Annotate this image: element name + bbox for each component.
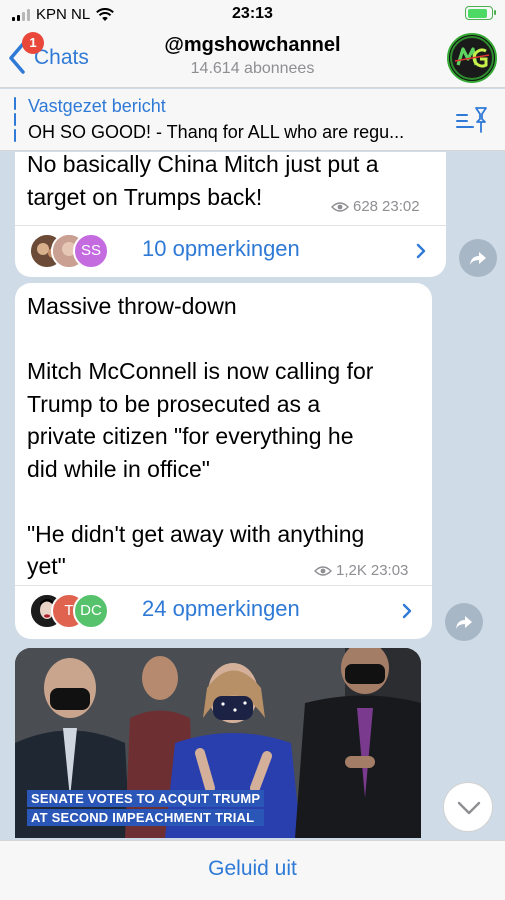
share-button[interactable] bbox=[459, 239, 497, 277]
comments-link[interactable]: T DC 24 opmerkingen bbox=[15, 585, 432, 637]
chevron-down-icon bbox=[457, 801, 481, 815]
pinned-message[interactable]: Vastgezet bericht OH SO GOOD! - Thanq fo… bbox=[0, 89, 505, 151]
pinned-list-icon[interactable] bbox=[455, 105, 489, 135]
message-time: 23:02 bbox=[382, 198, 420, 215]
scroll-to-bottom-button[interactable] bbox=[443, 782, 493, 832]
channel-logo-icon bbox=[450, 36, 494, 80]
eye-icon bbox=[331, 201, 349, 212]
share-arrow-icon bbox=[470, 252, 486, 265]
message-text: Massive throw-down Mitch McConnell is no… bbox=[27, 293, 374, 579]
subscriber-count: 14.614 abonnees bbox=[190, 60, 315, 77]
message-meta: 1,2K 23:03 bbox=[314, 562, 408, 579]
view-count: 628 bbox=[353, 198, 379, 215]
message-list[interactable]: No basically China Mitch just put a targ… bbox=[0, 152, 505, 840]
status-bar: KPN NL 23:13 bbox=[0, 0, 505, 28]
battery-icon bbox=[465, 6, 496, 20]
nav-header: Chats 1 @mgshowchannel 14.614 abonnees bbox=[0, 28, 505, 88]
pinned-title: Vastgezet bericht bbox=[28, 96, 166, 116]
message-text: No basically China Mitch just put a targ… bbox=[27, 152, 379, 210]
chevron-right-icon bbox=[402, 603, 412, 619]
eye-icon bbox=[314, 565, 332, 576]
commenter-avatar: DC bbox=[73, 593, 109, 629]
view-count: 1,2K bbox=[336, 562, 367, 579]
channel-avatar[interactable] bbox=[447, 33, 497, 83]
pinned-indicator bbox=[14, 97, 16, 143]
caption-line-2: AT SECOND IMPEACHMENT TRIAL bbox=[27, 809, 265, 826]
share-arrow-icon bbox=[456, 616, 472, 629]
mute-button[interactable]: Geluid uit bbox=[0, 857, 505, 881]
share-button[interactable] bbox=[445, 603, 483, 641]
pinned-text: OH SO GOOD! - Thanq for ALL who are regu… bbox=[28, 122, 405, 142]
clock: 23:13 bbox=[232, 5, 273, 22]
caption-line-1: SENATE VOTES TO ACQUIT TRUMP bbox=[27, 790, 265, 807]
message-time: 23:03 bbox=[370, 562, 409, 579]
back-label: Chats bbox=[34, 46, 89, 69]
unread-badge: 1 bbox=[22, 32, 44, 54]
battery-fill bbox=[467, 8, 488, 18]
message-meta: 628 23:02 bbox=[331, 198, 420, 215]
chevron-right-icon bbox=[416, 243, 426, 259]
comments-label: 24 opmerkingen bbox=[142, 596, 300, 621]
commenter-avatar: SS bbox=[73, 233, 109, 269]
channel-title[interactable]: @mgshowchannel bbox=[100, 34, 405, 57]
message-bubble[interactable]: Massive throw-down Mitch McConnell is no… bbox=[15, 283, 432, 639]
news-caption: SENATE VOTES TO ACQUIT TRUMP AT SECOND I… bbox=[27, 790, 265, 826]
photo-message[interactable]: SENATE VOTES TO ACQUIT TRUMP AT SECOND I… bbox=[15, 648, 421, 838]
message-bubble[interactable]: No basically China Mitch just put a targ… bbox=[15, 152, 446, 277]
bottom-bar: Geluid uit bbox=[0, 840, 505, 900]
comments-label: 10 opmerkingen bbox=[142, 236, 300, 261]
comments-link[interactable]: SS 10 opmerkingen bbox=[15, 225, 446, 277]
